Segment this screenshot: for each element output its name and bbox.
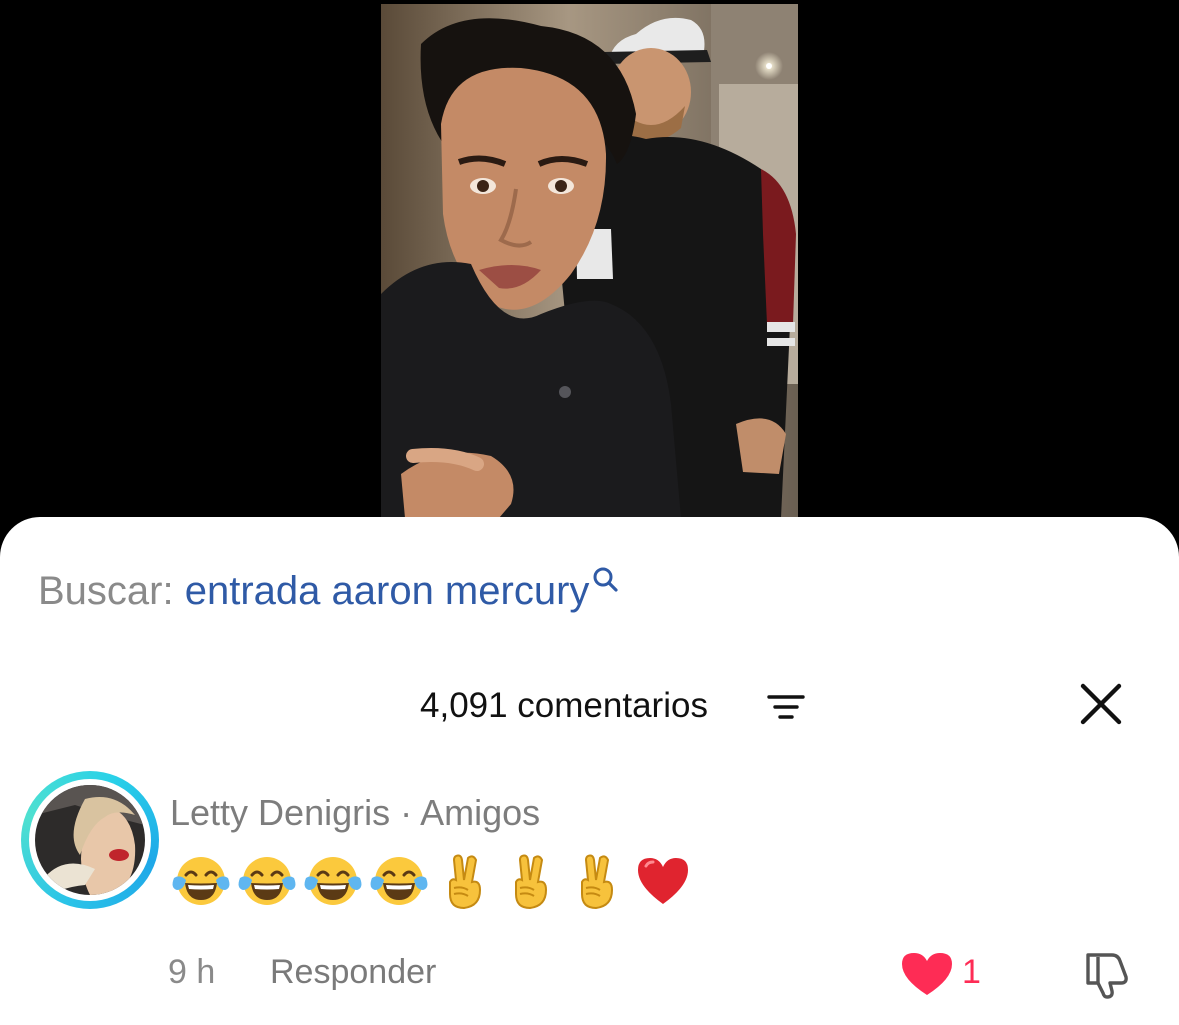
avatar-photo — [35, 785, 145, 895]
red-heart-emoji-icon — [638, 858, 688, 904]
tears-of-joy-emoji-icon — [370, 857, 428, 905]
close-icon[interactable] — [1078, 681, 1124, 727]
comment-count: 4,091 comentarios — [420, 686, 708, 725]
tears-of-joy-emoji-icon — [172, 857, 230, 905]
comment-time: 9 h — [168, 953, 216, 991]
avatar-border — [29, 779, 151, 901]
video-player[interactable] — [381, 4, 798, 518]
victory-hand-emoji-icon — [581, 854, 614, 910]
like-heart-icon[interactable] — [900, 951, 954, 997]
dislike-icon[interactable] — [1080, 947, 1134, 1001]
comments-sheet: Buscar: entrada aaron mercury 4,091 come… — [0, 517, 1179, 1025]
sort-filter-icon[interactable] — [767, 692, 805, 722]
comments-header: 4,091 comentarios — [0, 682, 1179, 730]
avatar[interactable] — [21, 771, 159, 909]
victory-hand-emoji-icon — [449, 854, 482, 910]
search-icon[interactable] — [591, 565, 621, 595]
comment-text — [170, 849, 694, 913]
comment-author[interactable]: Letty Denigris · Amigos — [170, 791, 540, 835]
search-suggestion[interactable]: Buscar: entrada aaron mercury — [38, 567, 621, 615]
search-prefix: Buscar: — [38, 569, 174, 613]
victory-hand-emoji-icon — [515, 854, 548, 910]
like-count: 1 — [962, 953, 981, 991]
comment-meta: 9 h Responder 1 — [0, 947, 1179, 999]
tears-of-joy-emoji-icon — [238, 857, 296, 905]
tears-of-joy-emoji-icon — [304, 857, 362, 905]
reply-button[interactable]: Responder — [270, 947, 436, 997]
video-frame-image — [381, 4, 798, 518]
search-query-link[interactable]: entrada aaron mercury — [185, 569, 590, 613]
